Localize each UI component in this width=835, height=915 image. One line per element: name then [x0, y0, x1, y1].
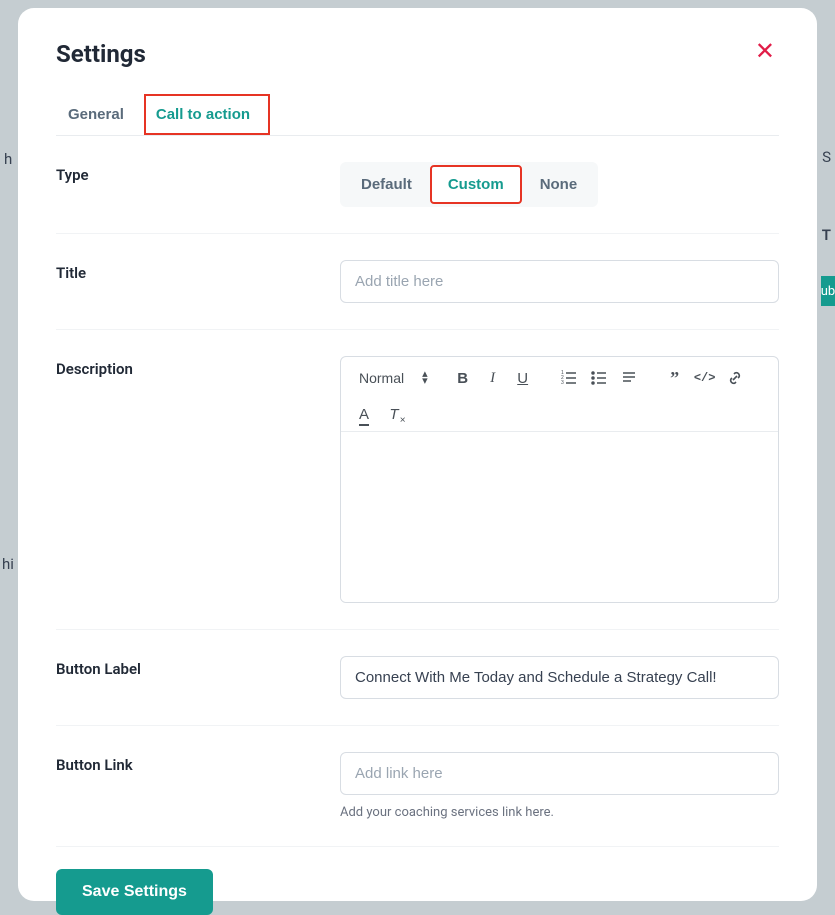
title-input[interactable]: [340, 260, 779, 303]
quote-icon[interactable]: ”: [662, 365, 688, 391]
text-color-icon[interactable]: A: [351, 401, 377, 427]
description-label: Description: [56, 356, 340, 378]
button-link-section: Button Link Add your coaching services l…: [56, 726, 779, 847]
align-icon[interactable]: [616, 365, 642, 391]
button-link-label: Button Link: [56, 752, 340, 774]
ordered-list-icon[interactable]: 123: [556, 365, 582, 391]
clear-format-icon[interactable]: T: [381, 401, 407, 427]
button-link-helper: Add your coaching services link here.: [340, 805, 779, 820]
button-label-label: Button Label: [56, 656, 340, 678]
bg-text: h: [4, 150, 12, 168]
rte-format-label: Normal: [359, 370, 404, 386]
svg-text:3: 3: [561, 380, 564, 386]
modal-header: Settings ✕: [56, 40, 779, 68]
tabs: General Call to action: [56, 94, 779, 136]
bold-icon[interactable]: B: [450, 365, 476, 391]
bg-text: ub: [821, 276, 835, 306]
button-link-input[interactable]: [340, 752, 779, 795]
rich-text-editor: Normal ▴▾ B I U 123: [340, 356, 779, 603]
bg-text: T: [822, 226, 831, 244]
type-segmented-control: Default Custom None: [340, 162, 598, 207]
code-icon[interactable]: </>: [692, 365, 718, 391]
modal-footer: Save Settings: [56, 847, 779, 915]
link-icon[interactable]: [722, 365, 748, 391]
button-label-input[interactable]: [340, 656, 779, 699]
bg-text: hi: [2, 555, 14, 573]
rte-format-select[interactable]: Normal ▴▾: [351, 366, 436, 390]
type-label: Type: [56, 162, 340, 184]
chevron-updown-icon: ▴▾: [422, 371, 428, 384]
description-section: Description Normal ▴▾ B I U 123: [56, 330, 779, 630]
bg-text: S: [822, 148, 831, 166]
save-settings-button[interactable]: Save Settings: [56, 869, 213, 915]
settings-modal: Settings ✕ General Call to action Type D…: [18, 8, 817, 901]
description-input[interactable]: [341, 432, 778, 602]
tab-call-to-action[interactable]: Call to action: [144, 94, 270, 135]
title-label: Title: [56, 260, 340, 282]
rte-toolbar: Normal ▴▾ B I U 123: [341, 357, 778, 432]
type-option-custom[interactable]: Custom: [430, 165, 522, 204]
unordered-list-icon[interactable]: [586, 365, 612, 391]
type-option-default[interactable]: Default: [343, 165, 430, 204]
title-section: Title: [56, 234, 779, 330]
underline-icon[interactable]: U: [510, 365, 536, 391]
type-option-none[interactable]: None: [522, 165, 596, 204]
type-section: Type Default Custom None: [56, 136, 779, 234]
modal-title: Settings: [56, 40, 146, 68]
italic-icon[interactable]: I: [480, 365, 506, 391]
close-button[interactable]: ✕: [751, 40, 779, 64]
button-label-section: Button Label: [56, 630, 779, 726]
tab-general[interactable]: General: [56, 94, 144, 135]
